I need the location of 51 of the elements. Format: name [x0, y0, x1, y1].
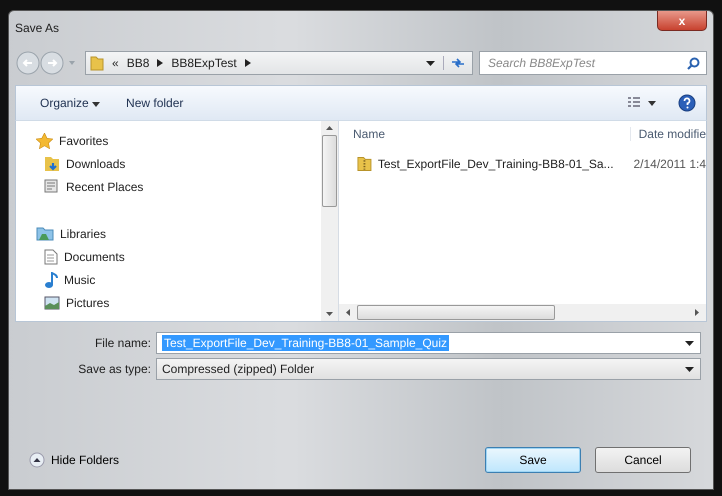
sidebar-item[interactable]: Pictures: [36, 291, 321, 314]
column-header[interactable]: Name: [339, 127, 631, 141]
field-label: Save as type:: [77, 362, 151, 376]
download-folder-icon: [44, 156, 60, 172]
file-row[interactable]: Test_ExportFile_Dev_Training-BB8-01_Sa... 2/14/2011 1:4: [339, 153, 706, 175]
search-field[interactable]: Search BB8ExpTest: [479, 51, 707, 75]
document-icon: [44, 248, 58, 264]
dropdown-arrow-icon[interactable]: [426, 60, 435, 66]
search-icon: [687, 57, 700, 70]
breadcrumb[interactable]: BB8ExpTest: [171, 56, 237, 70]
file-type-dropdown[interactable]: Compressed (zipped) Folder: [156, 358, 701, 380]
dialog-button[interactable]: Cancel: [595, 447, 691, 473]
zip-folder-icon: [357, 156, 372, 172]
vertical-scrollbar[interactable]: [321, 121, 338, 321]
refresh-icon[interactable]: [443, 56, 466, 70]
column-header[interactable]: Date modifie: [630, 127, 706, 141]
scroll-left-arrow-icon[interactable]: [346, 309, 350, 316]
help-icon[interactable]: [678, 94, 696, 112]
star-icon: [36, 132, 53, 148]
collapse-icon: [29, 452, 45, 468]
close-button[interactable]: x: [657, 11, 707, 31]
sidebar-item[interactable]: Downloads: [36, 152, 321, 175]
hide-folders-button[interactable]: Hide Folders: [27, 450, 122, 470]
recent-places-icon: [44, 178, 60, 194]
music-note-icon: [44, 272, 58, 288]
view-options-icon[interactable]: [628, 97, 658, 109]
field-label: File name:: [94, 336, 151, 350]
new-folder-button[interactable]: New folder: [120, 92, 190, 114]
organize-button[interactable]: Organize: [34, 92, 106, 114]
dropdown-arrow-icon[interactable]: [685, 366, 694, 372]
scroll-up-arrow-icon[interactable]: [326, 126, 333, 130]
horizontal-scrollbar[interactable]: [339, 304, 706, 321]
caret-icon: [92, 102, 100, 107]
sidebar-item[interactable]: Music: [36, 268, 321, 291]
chevron-icon[interactable]: [157, 59, 164, 67]
sidebar-item[interactable]: Documents: [36, 245, 321, 268]
window-title: Save As: [15, 21, 60, 35]
sidebar-group[interactable]: Favorites: [36, 129, 321, 152]
folder-icon: [90, 55, 104, 71]
dropdown-arrow-icon[interactable]: [685, 340, 694, 346]
dialog-button[interactable]: Save: [485, 447, 581, 473]
overflow-chevron[interactable]: «: [112, 56, 119, 70]
library-icon: [36, 226, 54, 241]
sidebar-group[interactable]: Libraries: [36, 222, 321, 245]
pictures-icon: [44, 296, 60, 310]
chevron-icon[interactable]: [244, 59, 251, 67]
sidebar-item[interactable]: Recent Places: [36, 175, 321, 198]
breadcrumb[interactable]: BB8: [126, 56, 150, 70]
scroll-down-arrow-icon[interactable]: [326, 312, 333, 316]
scroll-right-arrow-icon[interactable]: [695, 309, 699, 316]
address-bar[interactable]: « BB8 BB8ExpTest: [85, 51, 473, 75]
